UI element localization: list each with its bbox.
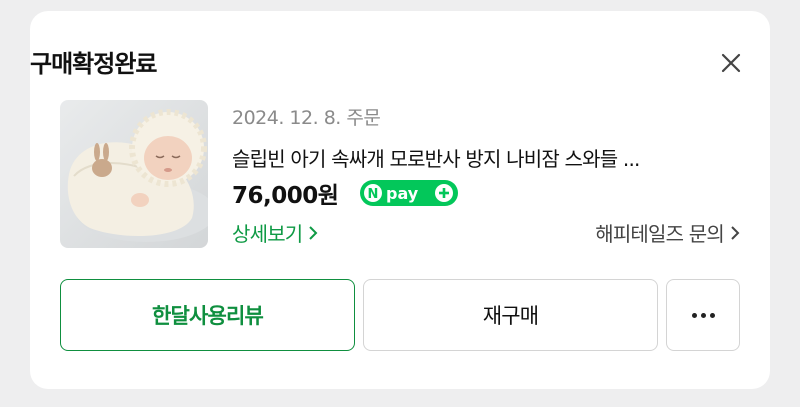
product-name[interactable]: 슬립빈 아기 속싸개 모로반사 방지 나비잠 스와들 ... bbox=[232, 143, 732, 172]
svg-text:N: N bbox=[368, 187, 379, 202]
order-date: 2024. 12. 8. 주문 bbox=[232, 107, 381, 129]
page-title: 구매확정완료 bbox=[30, 50, 157, 78]
detail-link[interactable]: 상세보기 bbox=[232, 218, 318, 247]
close-icon bbox=[721, 53, 741, 73]
product-image[interactable] bbox=[60, 100, 208, 248]
svg-text:pay: pay bbox=[386, 184, 419, 203]
more-horizontal-icon bbox=[690, 312, 717, 318]
npay-badge: N pay bbox=[360, 180, 458, 206]
write-review-button[interactable]: 한달사용리뷰 bbox=[60, 279, 355, 351]
rebuy-button[interactable]: 재구매 bbox=[363, 279, 658, 351]
product-price: 76,000원 bbox=[232, 183, 339, 209]
detail-link-label: 상세보기 bbox=[232, 222, 303, 246]
close-button[interactable] bbox=[718, 50, 744, 76]
chevron-right-icon bbox=[309, 225, 318, 240]
more-options-button[interactable] bbox=[666, 279, 740, 351]
seller-inquiry-link[interactable]: 해피테일즈 문의 bbox=[595, 218, 740, 247]
chevron-right-icon bbox=[731, 225, 740, 240]
seller-inquiry-label: 해피테일즈 문의 bbox=[595, 222, 725, 246]
